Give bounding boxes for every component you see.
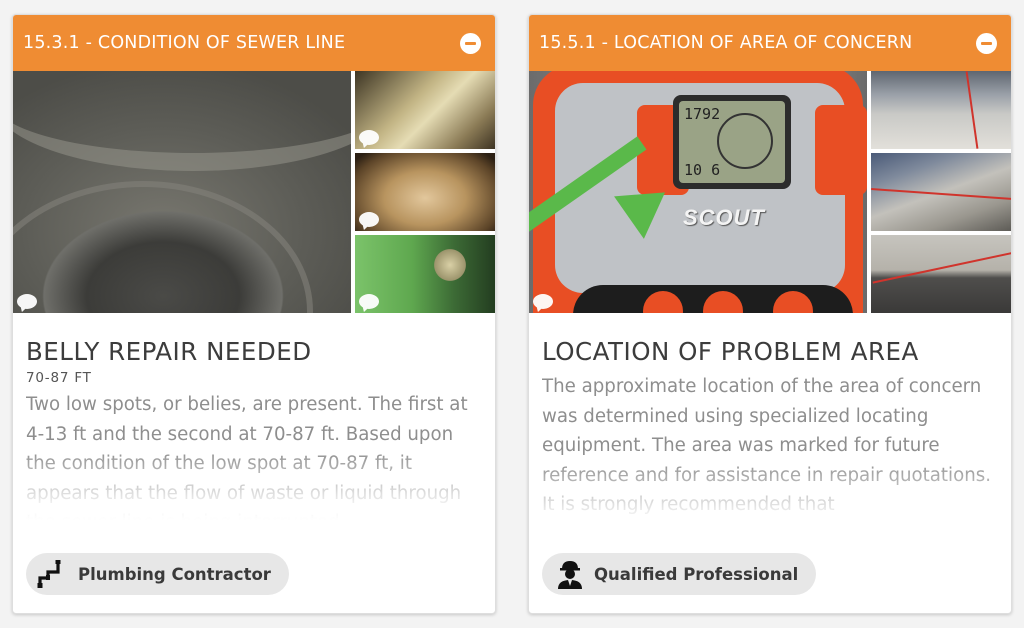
section-title: 15.3.1 - CONDITION OF SEWER LINE (23, 33, 346, 53)
defect-card: 15.5.1 - LOCATION OF AREA OF CONCERN RID… (528, 14, 1012, 614)
recommendation-label: Plumbing Contractor (78, 564, 271, 584)
defect-heading: BELLY REPAIR NEEDED (26, 337, 312, 366)
card-header[interactable]: 15.3.1 - CONDITION OF SEWER LINE (13, 15, 495, 71)
device-readout-bottom: 10 6 (684, 161, 721, 179)
section-title: 15.5.1 - LOCATION OF AREA OF CONCERN (539, 33, 913, 53)
minus-circle-icon[interactable] (460, 32, 481, 54)
minus-circle-icon[interactable] (976, 32, 997, 54)
main-photo[interactable]: RIDGID 1792 10 6 SCOUT (529, 71, 867, 313)
card-body: BELLY REPAIR NEEDED 70-87 FT Two low spo… (26, 337, 481, 520)
plumbing-pipe-icon (36, 558, 68, 590)
defect-location: 70-87 FT (26, 370, 92, 386)
recommendation-badge[interactable]: Qualified Professional (542, 553, 817, 595)
comment-bubble-icon[interactable] (17, 294, 37, 309)
thumbnail-photo[interactable] (355, 235, 495, 313)
thumbnail-photo[interactable] (871, 71, 1011, 149)
card-header[interactable]: 15.5.1 - LOCATION OF AREA OF CONCERN (529, 15, 1011, 71)
description-container: The approximate location of the area of … (542, 372, 997, 530)
card-body: LOCATION OF PROBLEM AREA The approximate… (542, 337, 997, 530)
recommendation-badge[interactable]: Plumbing Contractor (26, 553, 289, 595)
thumbnail-photo[interactable] (355, 153, 495, 231)
text-fade (542, 460, 997, 530)
thumbnail-photo[interactable] (355, 71, 495, 149)
device-model: SCOUT (683, 205, 765, 230)
photo-gallery (13, 71, 495, 313)
comment-bubble-icon[interactable] (359, 130, 379, 145)
text-fade (26, 450, 481, 520)
photo-gallery: RIDGID 1792 10 6 SCOUT (529, 71, 1011, 313)
comment-bubble-icon[interactable] (533, 294, 553, 309)
thumbnail-photo[interactable] (871, 235, 1011, 313)
device-readout-top: 1792 (684, 105, 721, 123)
main-photo[interactable] (13, 71, 351, 313)
comment-bubble-icon[interactable] (359, 212, 379, 227)
recommendation-label: Qualified Professional (594, 564, 799, 584)
defect-heading: LOCATION OF PROBLEM AREA (542, 337, 919, 366)
thumbnail-photo[interactable] (871, 153, 1011, 231)
defect-card: 15.3.1 - CONDITION OF SEWER LINE BELLY R… (12, 14, 496, 614)
hard-hat-worker-icon (556, 558, 584, 590)
comment-bubble-icon[interactable] (359, 294, 379, 309)
description-container: Two low spots, or belies, are present. T… (26, 390, 481, 520)
